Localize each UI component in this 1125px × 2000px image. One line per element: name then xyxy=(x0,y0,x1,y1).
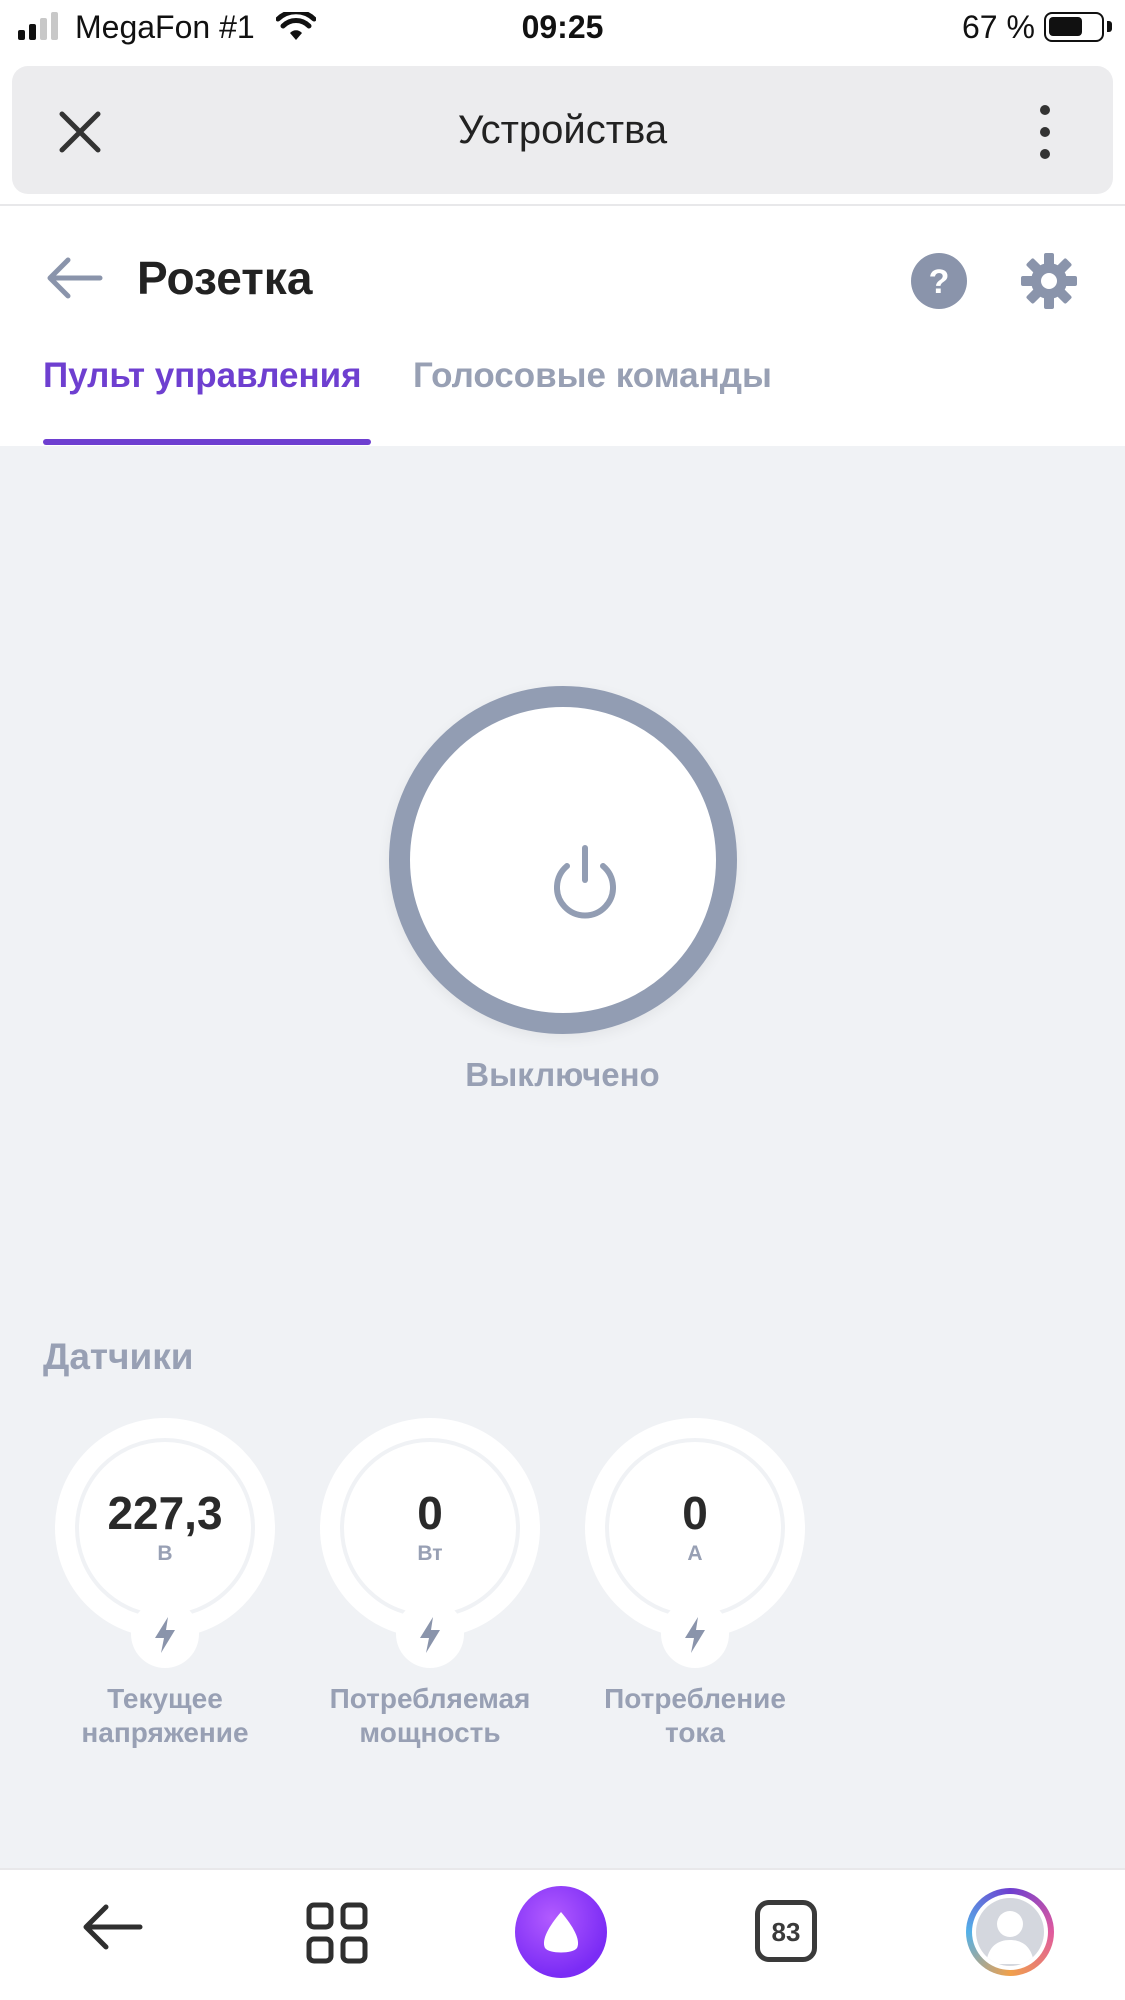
sensor-value: 227,3 xyxy=(107,1487,223,1539)
device-header: Розетка ? Пульт управления Голосовые ком… xyxy=(0,206,1125,446)
sensor-label-line: Текущее xyxy=(107,1683,223,1714)
sensor-value: 0 xyxy=(417,1487,443,1539)
page: MegaFon #1 09:25 67 % Устройства Розетка… xyxy=(0,0,1125,2000)
lightning-icon xyxy=(131,1600,199,1668)
lightning-icon xyxy=(661,1600,729,1668)
power-icon xyxy=(554,845,616,919)
battery-level xyxy=(1049,17,1082,36)
sensors-title: Датчики xyxy=(43,1336,194,1377)
tab-control-panel[interactable]: Пульт управления xyxy=(43,356,362,396)
svg-text:?: ? xyxy=(929,263,950,301)
profile-icon xyxy=(986,1911,1034,1964)
sensor-label: Потребление тока xyxy=(565,1682,825,1750)
clock: 09:25 xyxy=(521,9,604,45)
page-title: Розетка xyxy=(137,252,313,304)
back-arrow-icon[interactable] xyxy=(44,256,104,300)
help-icon[interactable]: ? xyxy=(910,252,968,310)
sensor-label-line: Потребляемая xyxy=(329,1683,531,1714)
tabs-button[interactable]: 83 xyxy=(755,1900,817,1962)
sensor-label-line: тока xyxy=(664,1717,726,1748)
tab-count: 83 xyxy=(771,1917,801,1947)
back-arrow-icon[interactable] xyxy=(80,1902,144,1952)
browser-header: Устройства xyxy=(0,58,1125,206)
header-title: Устройства xyxy=(457,108,668,152)
grid-icon[interactable] xyxy=(306,1902,368,1964)
alice-icon xyxy=(543,1912,579,1953)
lightning-icon xyxy=(396,1600,464,1668)
sensor-value: 0 xyxy=(682,1487,708,1539)
gear-icon[interactable] xyxy=(1020,252,1078,310)
sensor-unit: Вт xyxy=(417,1542,443,1565)
battery-percent: 67 % xyxy=(962,9,1035,45)
avatar xyxy=(976,1898,1044,1966)
bottom-nav: 83 xyxy=(0,1868,1125,2000)
sensor-label: Потребляемая мощность xyxy=(300,1682,560,1750)
power-state-label: Выключено xyxy=(465,1056,660,1093)
more-vertical-icon[interactable] xyxy=(1030,102,1060,162)
battery-cap xyxy=(1107,21,1112,32)
sensor-label: Текущее напряжение xyxy=(35,1682,295,1750)
profile-button[interactable] xyxy=(966,1888,1054,1976)
header-bar: Устройства xyxy=(12,66,1113,194)
power-toggle-button[interactable] xyxy=(389,686,737,1034)
status-bar: MegaFon #1 09:25 67 % xyxy=(0,0,1125,58)
tab-voice-commands[interactable]: Голосовые команды xyxy=(413,356,772,396)
battery-icon xyxy=(1044,12,1104,42)
active-tab-indicator xyxy=(43,439,371,445)
sensor-label-line: мощность xyxy=(359,1717,501,1748)
sensor-label-line: Потребление xyxy=(604,1683,786,1714)
sensor-unit: В xyxy=(157,1542,173,1565)
sensor-unit: А xyxy=(687,1542,703,1565)
alice-button[interactable] xyxy=(515,1886,607,1978)
sensor-label-line: напряжение xyxy=(81,1717,249,1748)
